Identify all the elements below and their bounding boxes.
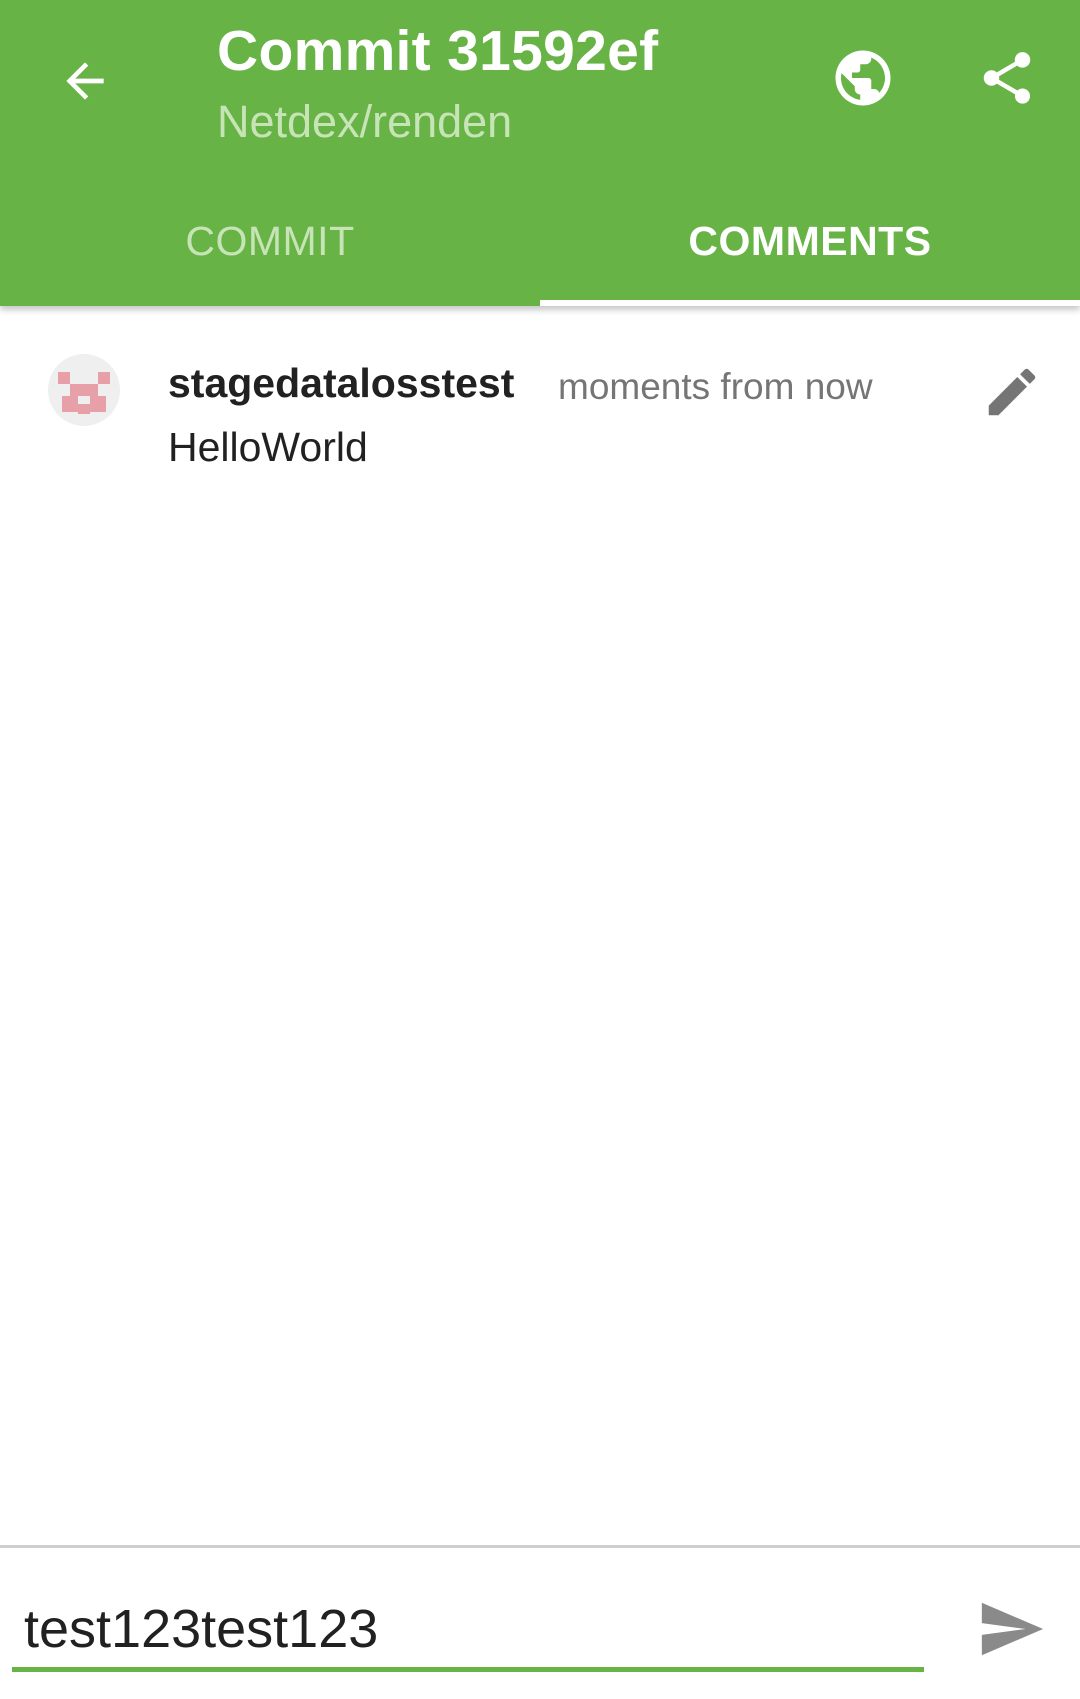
tab-indicator bbox=[540, 300, 1080, 306]
send-button[interactable] bbox=[966, 1586, 1056, 1676]
tab-comments-label: COMMENTS bbox=[688, 217, 932, 264]
identicon-avatar[interactable] bbox=[48, 354, 120, 426]
open-in-browser-button[interactable] bbox=[818, 35, 908, 125]
comment-timestamp: moments from now bbox=[558, 366, 873, 407]
composer-divider bbox=[0, 1545, 1080, 1548]
comment-author[interactable]: stagedatalosstest bbox=[168, 360, 514, 407]
commit-screen: Commit 31592ef Netdex/renden COMMIT COMM… bbox=[0, 0, 1080, 1699]
edit-comment-button[interactable] bbox=[972, 354, 1052, 434]
pencil-icon bbox=[981, 361, 1043, 428]
globe-icon bbox=[830, 45, 896, 116]
comment-body: HelloWorld bbox=[168, 424, 368, 470]
comment-item: stagedatalosstest moments from now Hello… bbox=[0, 340, 1080, 500]
tab-commit[interactable]: COMMIT bbox=[0, 190, 540, 306]
share-button[interactable] bbox=[962, 35, 1052, 125]
tab-bar: COMMIT COMMENTS bbox=[0, 190, 1080, 306]
app-bar: Commit 31592ef Netdex/renden COMMIT COMM… bbox=[0, 0, 1080, 306]
share-icon bbox=[976, 47, 1038, 114]
send-icon bbox=[976, 1594, 1046, 1669]
back-button[interactable] bbox=[40, 38, 130, 128]
tab-commit-label: COMMIT bbox=[185, 217, 355, 264]
page-title: Commit 31592ef bbox=[217, 19, 659, 83]
repo-name: Netdex/renden bbox=[217, 96, 513, 147]
arrow-left-icon bbox=[57, 53, 113, 114]
tab-comments[interactable]: COMMENTS bbox=[540, 190, 1080, 306]
comment-input[interactable] bbox=[12, 1590, 924, 1672]
